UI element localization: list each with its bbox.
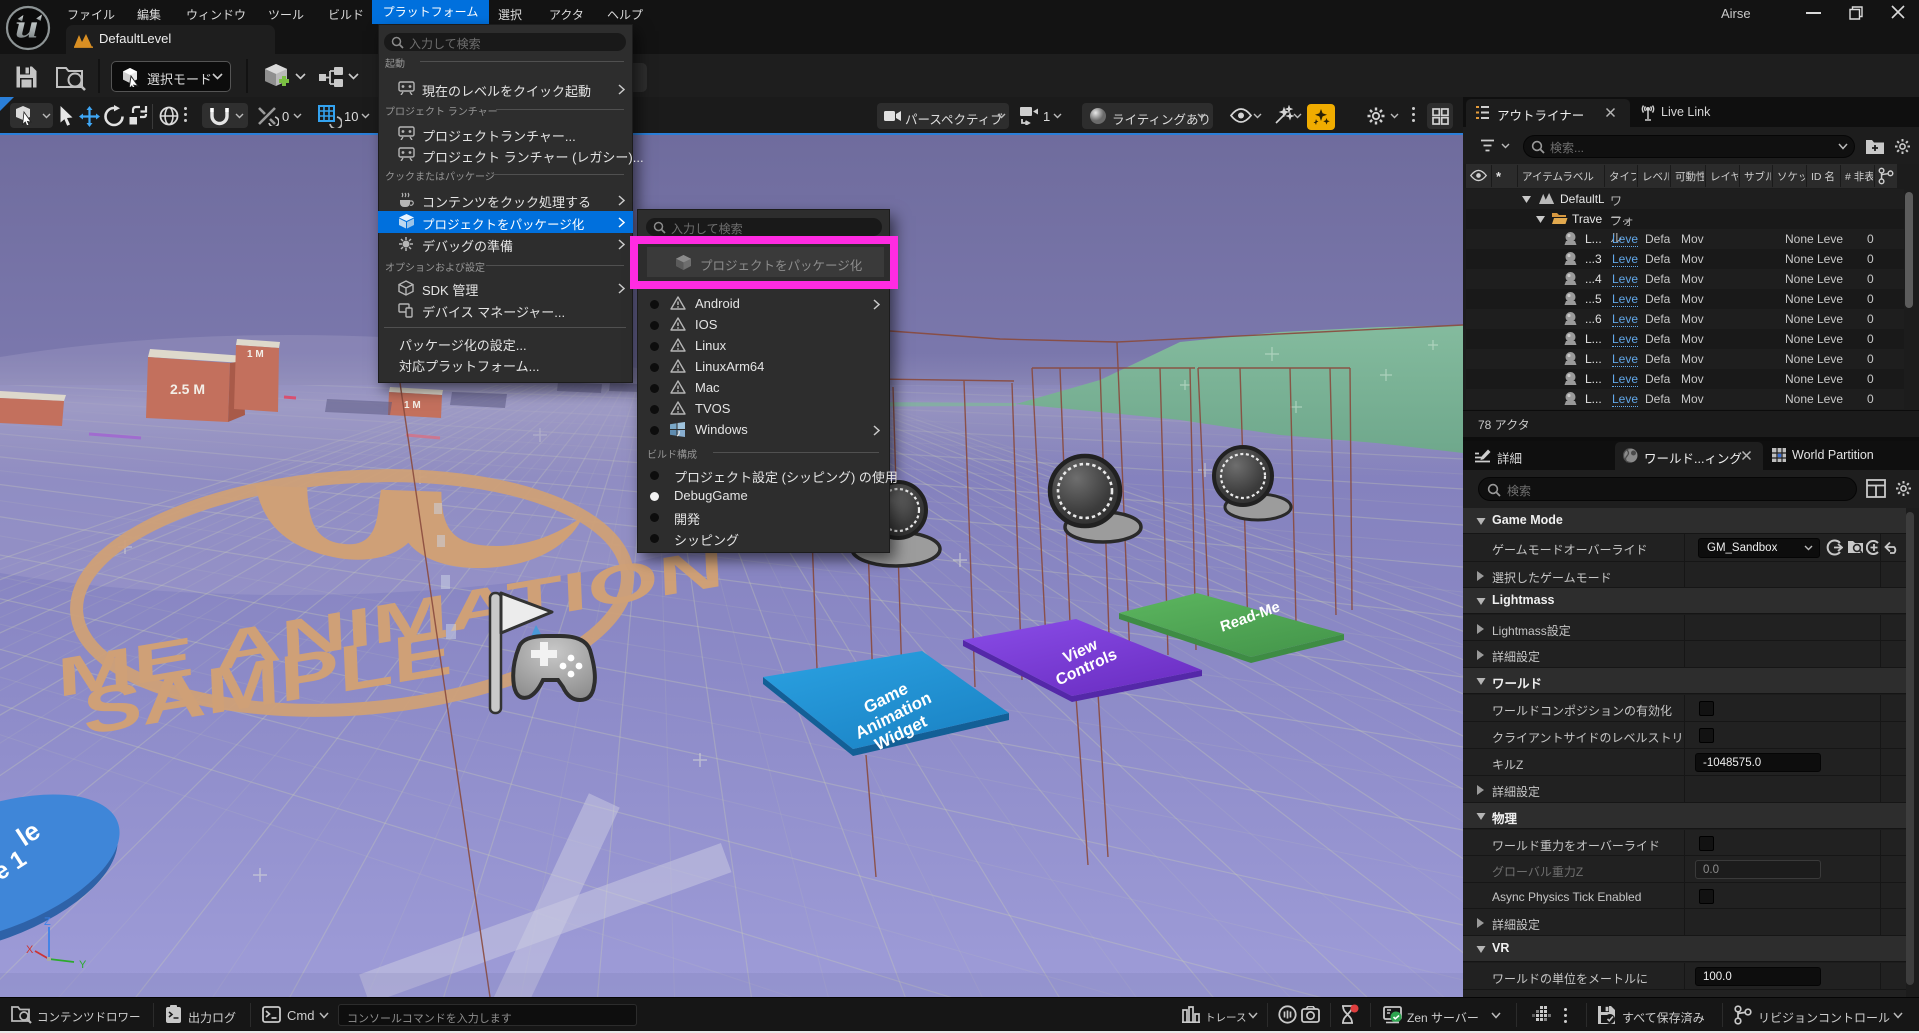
svg-text:1 M: 1 M: [404, 400, 421, 411]
svg-text:u: u: [15, 9, 38, 46]
svg-text:Y: Y: [79, 959, 87, 971]
svg-text:X: X: [26, 944, 34, 956]
svg-text:Z: Z: [44, 916, 51, 928]
svg-text:2.5 M: 2.5 M: [170, 381, 205, 397]
svg-text:1 M: 1 M: [247, 349, 264, 360]
